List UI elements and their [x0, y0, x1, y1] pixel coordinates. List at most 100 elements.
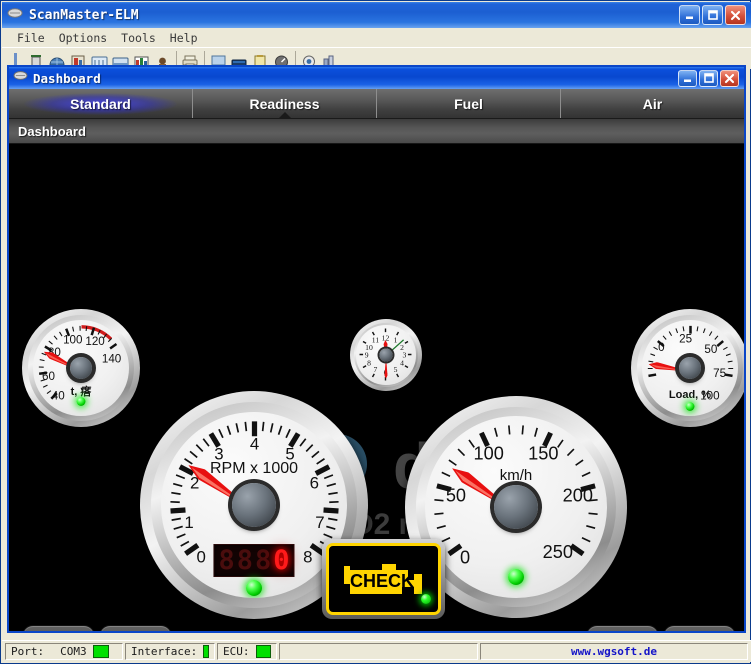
close-dashboard-button[interactable]: [663, 625, 736, 631]
check-engine-lamp[interactable]: CHECK: [322, 539, 445, 619]
dashboard-canvas: d OBD2 reader: [9, 144, 744, 631]
tick-label: 50: [446, 486, 466, 506]
status-port-value: COM3: [60, 645, 87, 658]
close-icon[interactable]: [725, 5, 746, 25]
status-port: Port: COM3: [5, 643, 123, 660]
tick-label: 140: [101, 352, 121, 365]
svg-text:3: 3: [403, 351, 407, 360]
tick-label: 4: [249, 434, 258, 453]
gauge-face: 0 25 50 75 100 Load,: [642, 320, 739, 417]
gauge-hub: [70, 357, 92, 379]
status-led-interface: [203, 645, 209, 658]
close-icon[interactable]: [720, 70, 739, 87]
app-window-controls: [679, 5, 749, 25]
tick-label: 120: [85, 335, 105, 348]
gauge-hub: [679, 357, 701, 379]
rpm-digital-readout: 8 8 8 0: [213, 544, 294, 577]
dashboard-titlebar: Dashboard: [9, 67, 744, 89]
status-ecu: ECU:: [217, 643, 277, 660]
rpm-digit: 0: [273, 547, 289, 574]
menu-item-help[interactable]: Help: [163, 30, 205, 46]
svg-text:8: 8: [368, 359, 372, 368]
svg-text:9: 9: [365, 351, 369, 360]
tab-fuel[interactable]: Fuel: [377, 89, 561, 118]
tick-label: 200: [563, 486, 593, 506]
tick-label: 100: [473, 444, 503, 464]
chip-icon: [7, 6, 23, 25]
status-led-green: [686, 402, 695, 411]
rpm-digit: 8: [218, 547, 234, 574]
rpm-digit: 8: [237, 547, 253, 574]
app-title: ScanMaster-ELM: [29, 8, 139, 23]
tick-label: 0: [658, 341, 665, 354]
minimize-icon[interactable]: [679, 5, 700, 25]
chip-icon: [13, 69, 28, 87]
dashboard-title: Dashboard: [33, 71, 101, 86]
svg-text:11: 11: [372, 336, 380, 345]
gauge-hub: [232, 483, 276, 527]
status-led-green: [246, 580, 262, 596]
menu-bar: File Options Tools Help: [2, 28, 751, 47]
menu-item-tools[interactable]: Tools: [114, 30, 163, 46]
next-page-button[interactable]: [99, 625, 172, 631]
previous-page-button[interactable]: [22, 625, 95, 631]
tab-label: Fuel: [454, 96, 483, 112]
gauge-hub: [494, 485, 538, 529]
gauge-face: 0 1 2 3 4 5 6 7 8 RPM x 1000: [161, 412, 348, 599]
status-led-green: [508, 569, 524, 585]
tab-air[interactable]: Air: [561, 89, 744, 118]
menu-item-options[interactable]: Options: [52, 30, 114, 46]
gauge-hub: [380, 349, 393, 362]
maximize-icon[interactable]: [702, 5, 723, 25]
tick-label: 25: [679, 332, 692, 345]
status-led-ecu: [256, 645, 272, 658]
status-ecu-label: ECU:: [223, 645, 250, 658]
status-interface-label: Interface:: [131, 645, 197, 658]
tick-label: 7: [315, 512, 324, 531]
tick-label: 250: [543, 542, 573, 562]
gauge-unit-label: Load, %: [642, 389, 739, 401]
engine-icon: CHECK: [338, 554, 430, 604]
tab-label: Standard: [70, 96, 131, 112]
check-label: CHECK: [349, 571, 413, 591]
tick-label: 8: [303, 547, 312, 566]
tab-caret-icon: [278, 112, 292, 119]
dashboard-window-controls: [678, 70, 742, 87]
maximize-icon[interactable]: [699, 70, 718, 87]
dashboard-window: Dashboard Standard Readiness: [7, 65, 746, 633]
svg-text:5: 5: [394, 366, 398, 375]
status-interface: Interface:: [125, 643, 215, 660]
tab-label: Readiness: [249, 96, 319, 112]
fullscreen-button[interactable]: [586, 625, 659, 631]
engine-load-gauge[interactable]: 0 25 50 75 100 Load,: [631, 309, 744, 427]
dashboard-tabstrip: Standard Readiness Fuel Air: [9, 89, 744, 119]
minimize-icon[interactable]: [678, 70, 697, 87]
status-bar: Port: COM3 Interface: ECU: www.wgsoft.de: [2, 640, 751, 662]
svg-text:7: 7: [374, 366, 378, 375]
application-window: ScanMaster-ELM File Options Tools Help: [0, 0, 751, 664]
status-led-green: [421, 594, 431, 604]
tab-readiness[interactable]: Readiness: [193, 89, 377, 118]
coolant-temperature-gauge[interactable]: 40 60 80 100 120 140: [22, 309, 140, 427]
gauge-face: 0 50 100 150 200 250 km/h: [425, 416, 607, 598]
status-port-label: Port:: [11, 645, 44, 658]
tick-label: 0: [460, 547, 470, 567]
gauge-face: 40 60 80 100 120 140: [33, 320, 130, 417]
rpm-digit: 8: [255, 547, 271, 574]
status-led-port: [93, 645, 109, 658]
clock-gauge[interactable]: 1212 345 678 91011: [350, 319, 422, 391]
tab-standard[interactable]: Standard: [9, 89, 193, 118]
menu-item-file[interactable]: File: [10, 30, 52, 46]
status-website-link[interactable]: www.wgsoft.de: [480, 643, 748, 660]
tick-label: 1: [184, 512, 193, 531]
check-engine-lamp-inner: CHECK: [326, 543, 441, 615]
status-message: [279, 643, 478, 660]
tick-label: 100: [63, 333, 83, 346]
gauge-face: 1212 345 678 91011: [356, 325, 415, 384]
svg-text:4: 4: [401, 359, 405, 368]
tick-label: 150: [528, 444, 558, 464]
tick-label: 60: [42, 370, 55, 383]
tab-label: Air: [643, 96, 662, 112]
tick-label: 50: [704, 343, 717, 356]
app-titlebar: ScanMaster-ELM: [2, 2, 751, 28]
